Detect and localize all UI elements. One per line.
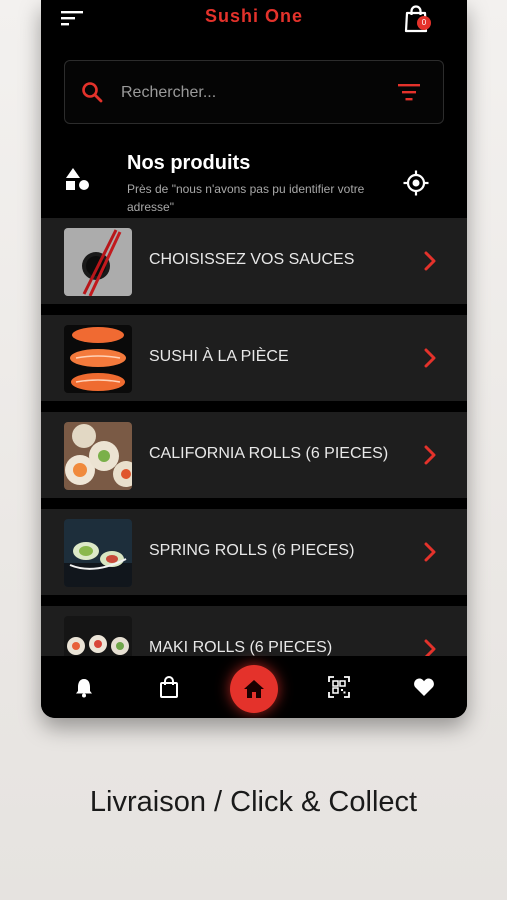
heart-icon[interactable]: [413, 676, 435, 698]
shopping-bag-icon[interactable]: [158, 676, 180, 698]
bell-icon[interactable]: [73, 676, 95, 698]
category-row[interactable]: SUSHI À LA PIÈCE: [41, 315, 467, 401]
top-bar: Sushi One 0: [41, 0, 467, 40]
cart-count-badge: 0: [417, 16, 431, 30]
search-bar: [64, 60, 444, 124]
chevron-right-icon: [424, 542, 436, 562]
maki-rolls-thumbnail: [64, 616, 132, 656]
address-subtitle: Près de "nous n'avons pas pu identifier …: [127, 182, 365, 214]
category-row[interactable]: SPRING ROLLS (6 PIECES): [41, 509, 467, 595]
products-section-header: Nos produits Près de "nous n'avons pas p…: [41, 146, 467, 218]
section-title: Nos produits: [127, 152, 251, 174]
nigiri-thumbnail: [64, 325, 132, 393]
bottom-navigation: [41, 656, 467, 718]
filter-icon[interactable]: [398, 82, 420, 102]
chevron-right-icon: [424, 251, 436, 271]
search-icon: [82, 82, 103, 103]
category-label: CHOISISSEZ VOS SAUCES: [149, 251, 355, 268]
shapes-icon: [66, 168, 89, 190]
spring-rolls-thumbnail: [64, 519, 132, 587]
sauce-thumbnail: [64, 228, 132, 296]
category-label: SPRING ROLLS (6 PIECES): [149, 542, 355, 559]
search-input[interactable]: [119, 75, 383, 111]
california-rolls-thumbnail: [64, 422, 132, 490]
category-label: CALIFORNIA ROLLS (6 PIECES): [149, 445, 389, 462]
home-icon: [244, 680, 264, 698]
promo-caption: Livraison / Click & Collect: [89, 786, 418, 818]
category-list: CHOISISSEZ VOS SAUCES SUSHI À LA PIÈCE C…: [41, 218, 467, 656]
qr-code-icon[interactable]: [328, 676, 350, 698]
chevron-right-icon: [424, 348, 436, 368]
category-label: MAKI ROLLS (6 PIECES): [149, 639, 333, 656]
category-label: SUSHI À LA PIÈCE: [149, 348, 289, 365]
category-row[interactable]: MAKI ROLLS (6 PIECES): [41, 606, 467, 656]
category-row[interactable]: CALIFORNIA ROLLS (6 PIECES): [41, 412, 467, 498]
chevron-right-icon: [424, 639, 436, 656]
chevron-right-icon: [424, 445, 436, 465]
app-screen: Sushi One 0 Nos produits Près de "nous n…: [41, 0, 467, 718]
category-row[interactable]: CHOISISSEZ VOS SAUCES: [41, 218, 467, 304]
home-button[interactable]: [230, 665, 278, 713]
location-target-icon[interactable]: [403, 170, 429, 196]
